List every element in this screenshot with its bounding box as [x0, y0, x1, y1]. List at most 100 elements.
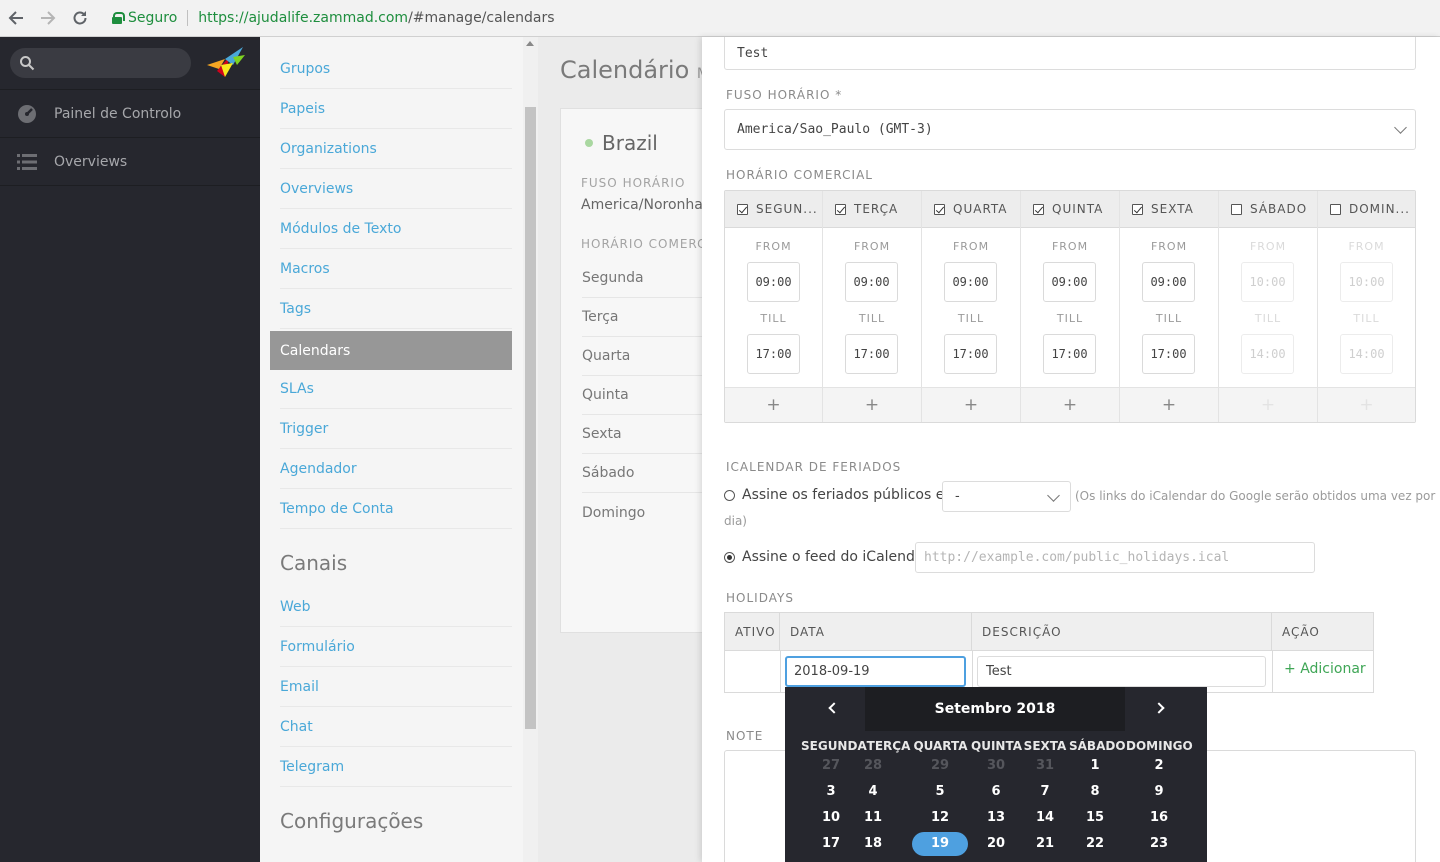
settings-item-macros[interactable]: Macros [280, 250, 512, 289]
address-bar[interactable]: Seguro https://ajudalife.zammad.com/#man… [102, 4, 555, 32]
day-checkbox[interactable] [1330, 203, 1341, 215]
settings-item-tags[interactable]: Tags [280, 290, 512, 329]
from-time-input[interactable]: 09:00 [747, 262, 800, 302]
day-checkbox[interactable] [934, 203, 945, 215]
holiday-description-input[interactable]: Test [977, 656, 1266, 687]
datepicker-day[interactable]: 16 [1131, 806, 1187, 830]
datepicker-day[interactable]: 23 [1131, 832, 1187, 856]
datepicker-day[interactable]: 4 [845, 780, 901, 804]
settings-item-calendars[interactable]: Calendars [270, 331, 512, 370]
from-time-input[interactable]: 10:00 [1340, 262, 1393, 302]
search-input[interactable] [10, 48, 191, 78]
day-header[interactable]: DOMIN... [1318, 191, 1415, 228]
channel-item-telegram[interactable]: Telegram [280, 748, 512, 787]
till-time-input[interactable]: 17:00 [845, 334, 898, 374]
datepicker-day[interactable]: 15 [1067, 806, 1123, 830]
day-header[interactable]: SEXTA [1120, 191, 1218, 228]
datepicker-day[interactable]: 19 [912, 832, 968, 856]
datepicker-day[interactable]: 12 [912, 806, 968, 830]
zammad-logo-icon[interactable] [203, 43, 247, 83]
datepicker-day[interactable]: 11 [845, 806, 901, 830]
till-time-input[interactable]: 17:00 [1142, 334, 1195, 374]
settings-item-text-modules[interactable]: Módulos de Texto [280, 210, 512, 249]
datepicker-day[interactable]: 1 [1067, 754, 1123, 778]
back-button[interactable] [0, 0, 32, 37]
datepicker-day[interactable]: 5 [912, 780, 968, 804]
datepicker-day[interactable]: 6 [968, 780, 1024, 804]
from-time-input[interactable]: 10:00 [1241, 262, 1294, 302]
nav-dashboard[interactable]: Painel de Controlo [0, 90, 260, 138]
day-checkbox[interactable] [1231, 203, 1242, 215]
day-checkbox[interactable] [835, 203, 846, 215]
next-month-icon[interactable] [1153, 702, 1165, 714]
datepicker-day[interactable]: 28 [845, 754, 901, 778]
settings-item-trigger[interactable]: Trigger [280, 410, 512, 449]
add-hours-button[interactable]: + [1219, 387, 1317, 422]
from-time-input[interactable]: 09:00 [845, 262, 898, 302]
from-time-input[interactable]: 09:00 [1142, 262, 1195, 302]
datepicker-day[interactable]: 21 [1017, 832, 1073, 856]
day-header[interactable]: SEGUN... [725, 191, 822, 228]
reload-button[interactable] [64, 0, 96, 37]
forward-button[interactable] [32, 0, 64, 37]
day-header[interactable]: TERÇA [823, 191, 921, 228]
scroll-up-arrow-icon[interactable] [526, 41, 534, 46]
channel-item-chat[interactable]: Chat [280, 708, 512, 747]
datepicker-day[interactable]: 8 [1067, 780, 1123, 804]
from-time-input[interactable]: 09:00 [944, 262, 997, 302]
settings-item-scheduler[interactable]: Agendador [280, 450, 512, 489]
till-time-input[interactable]: 17:00 [1043, 334, 1096, 374]
datepicker-day[interactable]: 2 [1131, 754, 1187, 778]
channel-item-email[interactable]: Email [280, 668, 512, 707]
datepicker-month[interactable]: Setembro 2018 [865, 687, 1125, 731]
settings-item-organizations[interactable]: Organizations [280, 130, 512, 169]
scrollbar-thumb[interactable] [525, 107, 536, 729]
calendar-card[interactable]: Brazil FUSO HORÁRIO America/Noronha HORÁ… [560, 108, 702, 633]
datepicker-day[interactable]: 9 [1131, 780, 1187, 804]
holiday-date-input[interactable]: 2018-09-19 [785, 656, 966, 687]
prev-month-icon[interactable] [828, 702, 840, 714]
settings-item-overviews[interactable]: Overviews [280, 170, 512, 209]
datepicker-day[interactable]: 30 [968, 754, 1024, 778]
datepicker-day[interactable]: 7 [1017, 780, 1073, 804]
name-input[interactable]: Test [724, 37, 1416, 70]
datepicker-day[interactable]: 20 [968, 832, 1024, 856]
till-time-input[interactable]: 14:00 [1340, 334, 1393, 374]
day-header[interactable]: QUINTA [1021, 191, 1119, 228]
ical-feed-radio[interactable] [724, 552, 735, 563]
timezone-select[interactable]: America/Sao_Paulo (GMT-3) [724, 109, 1416, 150]
settings-item-grupos[interactable]: Grupos [280, 50, 512, 89]
till-time-input[interactable]: 17:00 [747, 334, 800, 374]
day-checkbox[interactable] [737, 203, 748, 215]
add-hours-button[interactable]: + [1120, 387, 1218, 422]
from-time-input[interactable]: 09:00 [1043, 262, 1096, 302]
country-select[interactable]: - [942, 481, 1071, 512]
add-hours-button[interactable]: + [922, 387, 1020, 422]
settings-scrollbar[interactable] [523, 37, 538, 862]
public-holidays-radio[interactable] [724, 490, 735, 501]
day-checkbox[interactable] [1132, 203, 1143, 215]
datepicker-day[interactable]: 31 [1017, 754, 1073, 778]
settings-item-slas[interactable]: SLAs [280, 370, 512, 409]
add-hours-button[interactable]: + [725, 387, 822, 422]
channel-item-form[interactable]: Formulário [280, 628, 512, 667]
day-header[interactable]: SÁBADO [1219, 191, 1317, 228]
ical-url-input[interactable]: http://example.com/public_holidays.ical [915, 542, 1315, 573]
datepicker-day[interactable]: 14 [1017, 806, 1073, 830]
datepicker-day[interactable]: 29 [912, 754, 968, 778]
nav-overviews[interactable]: Overviews [0, 138, 260, 186]
add-holiday-button[interactable]: + Adicionar [1284, 661, 1366, 677]
datepicker-day[interactable]: 13 [968, 806, 1024, 830]
datepicker-day[interactable]: 18 [845, 832, 901, 856]
settings-item-papeis[interactable]: Papeis [280, 90, 512, 129]
add-hours-button[interactable]: + [823, 387, 921, 422]
till-time-input[interactable]: 17:00 [944, 334, 997, 374]
add-hours-button[interactable]: + [1318, 387, 1415, 422]
settings-item-time-accounting[interactable]: Tempo de Conta [280, 490, 512, 529]
day-checkbox[interactable] [1033, 203, 1044, 215]
channel-item-web[interactable]: Web [280, 588, 512, 627]
datepicker-day[interactable]: 22 [1067, 832, 1123, 856]
till-time-input[interactable]: 14:00 [1241, 334, 1294, 374]
add-hours-button[interactable]: + [1021, 387, 1119, 422]
day-header[interactable]: QUARTA [922, 191, 1020, 228]
